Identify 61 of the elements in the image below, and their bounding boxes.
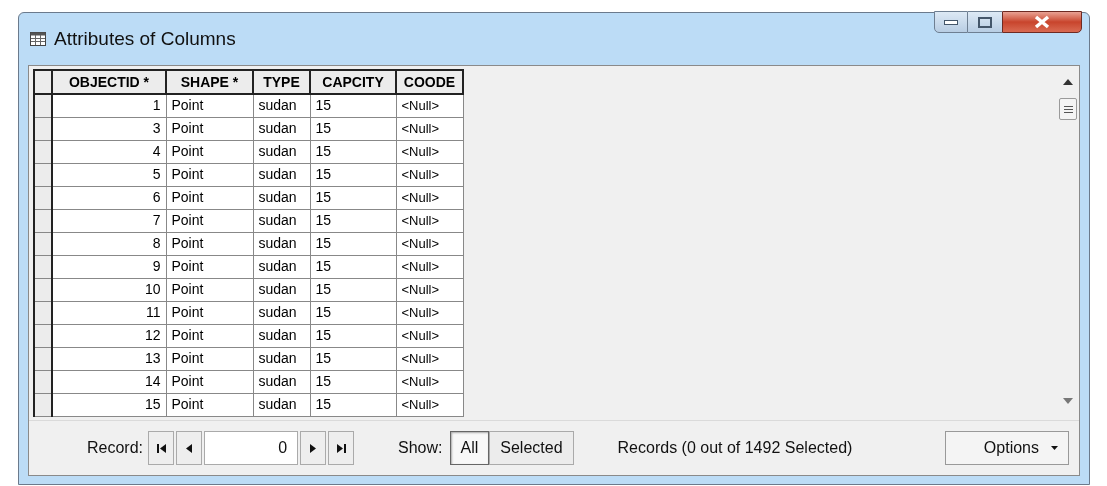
table-icon [30, 31, 46, 47]
column-header[interactable]: CAPCITY [310, 70, 396, 94]
first-record-icon [156, 443, 166, 453]
table-cell: 15 [52, 393, 166, 416]
column-header[interactable]: TYPE [253, 70, 310, 94]
column-header[interactable]: OBJECTID * [52, 70, 166, 94]
close-icon [1034, 15, 1050, 29]
row-selector[interactable] [34, 255, 52, 278]
row-selector[interactable] [34, 117, 52, 140]
record-number-field[interactable]: 0 [204, 431, 299, 465]
minimize-icon [944, 19, 958, 25]
column-header[interactable]: COODE [396, 70, 463, 94]
row-selector[interactable] [34, 278, 52, 301]
maximize-button[interactable] [968, 11, 1002, 33]
row-header-corner [34, 70, 52, 94]
show-label: Show: [398, 438, 443, 458]
row-selector[interactable] [34, 324, 52, 347]
row-selector[interactable] [34, 347, 52, 370]
row-selector[interactable] [34, 370, 52, 393]
first-record-button[interactable] [148, 431, 175, 465]
table-cell: 12 [52, 324, 166, 347]
scroll-thumb[interactable] [1059, 98, 1077, 120]
maximize-icon [978, 16, 992, 28]
column-header[interactable]: SHAPE * [166, 70, 253, 94]
previous-record-button[interactable] [176, 431, 203, 465]
table-cell: 11 [52, 301, 166, 324]
table-cell: 3 [52, 117, 166, 140]
minimize-button[interactable] [934, 11, 968, 33]
row-selector[interactable] [34, 209, 52, 232]
row-selector[interactable] [34, 94, 52, 117]
close-button[interactable] [1002, 11, 1082, 33]
next-record-button[interactable] [300, 431, 327, 465]
show-filter-button[interactable]: All [449, 431, 490, 465]
table-cell: 5 [52, 163, 166, 186]
row-selector[interactable] [34, 140, 52, 163]
table-cell: 14 [52, 370, 166, 393]
previous-icon [186, 443, 193, 453]
table-cell: 1 [52, 94, 166, 117]
table-cell: 7 [52, 209, 166, 232]
dropdown-caret-icon [1051, 446, 1058, 450]
row-selector[interactable] [34, 301, 52, 324]
table-cell: 8 [52, 232, 166, 255]
show-filter-button[interactable]: Selected [489, 431, 574, 465]
next-icon [310, 443, 317, 453]
row-selector[interactable] [34, 186, 52, 209]
table-cell: 4 [52, 140, 166, 163]
table-cell: 13 [52, 347, 166, 370]
scroll-down-arrow[interactable] [1063, 398, 1073, 404]
selection-status: Records (0 out of 1492 Selected) [617, 438, 853, 458]
table-cell: 9 [52, 255, 166, 278]
options-button[interactable]: Options [945, 431, 1069, 465]
record-label: Record: [87, 438, 144, 458]
last-record-button[interactable] [328, 431, 355, 465]
row-selector[interactable] [34, 232, 52, 255]
row-selector[interactable] [34, 393, 52, 416]
last-record-icon [336, 443, 346, 453]
table-cell: 6 [52, 186, 166, 209]
scroll-up-arrow[interactable] [1063, 79, 1073, 85]
window-title: Attributes of Columns [54, 26, 236, 51]
row-selector[interactable] [34, 163, 52, 186]
table-cell: 10 [52, 278, 166, 301]
